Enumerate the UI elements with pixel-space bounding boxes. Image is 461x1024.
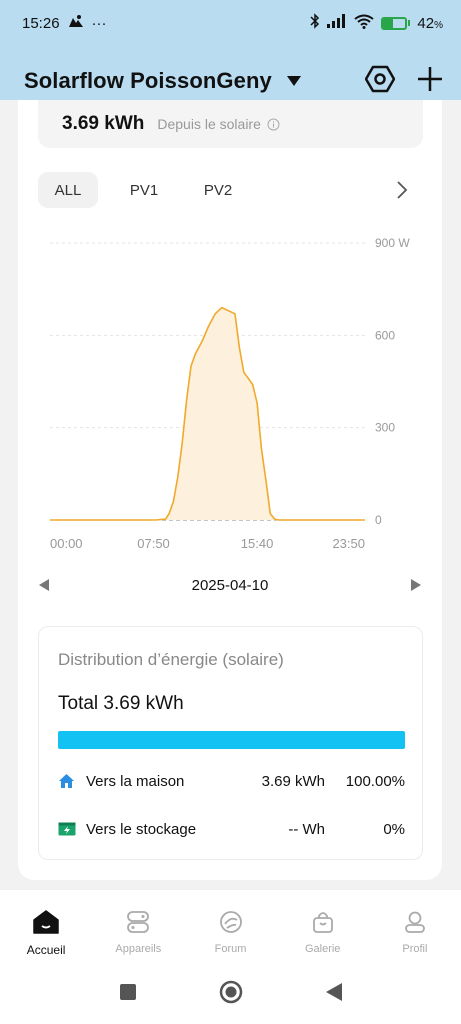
shop-bag-icon bbox=[311, 910, 335, 939]
x-tick-label: 15:40 bbox=[241, 536, 274, 551]
row-label: Vers le stockage bbox=[86, 820, 197, 838]
nav-forum[interactable]: Forum bbox=[184, 890, 276, 960]
row-percent: 100.00% bbox=[345, 772, 405, 790]
distribution-bar-fill bbox=[58, 731, 405, 749]
distribution-bar bbox=[58, 731, 405, 749]
home-icon bbox=[33, 910, 59, 939]
energy-distribution-card: Distribution d’énergie (solaire) Total 3… bbox=[38, 626, 423, 860]
device-title[interactable]: Solarflow PoissonGeny bbox=[24, 68, 272, 94]
next-day-icon[interactable] bbox=[410, 578, 422, 592]
previous-day-icon[interactable] bbox=[38, 578, 50, 592]
summary-value: 3.69 kWh bbox=[62, 113, 145, 134]
summary-label: Depuis le solaire bbox=[157, 116, 261, 132]
settings-hexagon-icon[interactable] bbox=[364, 64, 396, 99]
pv-tabs: ALL PV1 PV2 bbox=[38, 172, 408, 208]
recents-icon[interactable] bbox=[119, 983, 137, 1001]
system-navigation-bar bbox=[0, 960, 461, 1024]
x-tick-label: 07:50 bbox=[137, 536, 170, 551]
nav-label: Accueil bbox=[26, 943, 66, 957]
info-icon[interactable] bbox=[267, 118, 280, 131]
add-icon[interactable] bbox=[417, 66, 443, 97]
battery-icon bbox=[381, 16, 411, 30]
distribution-title: Distribution d’énergie (solaire) bbox=[58, 650, 284, 669]
status-bar: 15:26 ··· 42% bbox=[0, 0, 461, 46]
nav-profil[interactable]: Profil bbox=[369, 890, 461, 960]
chevron-right-icon[interactable] bbox=[396, 180, 408, 200]
tab-pv1[interactable]: PV1 bbox=[120, 172, 168, 208]
bottom-navigation: Accueil Appareils Forum Galerie Profil bbox=[0, 890, 461, 960]
current-date[interactable]: 2025-04-10 bbox=[50, 577, 410, 594]
distribution-row-house: Vers la maison 3.69 kWh 100.00% bbox=[58, 769, 405, 793]
nav-label: Profil bbox=[402, 943, 428, 955]
tab-all[interactable]: ALL bbox=[38, 172, 98, 208]
y-tick-label: 900 W bbox=[375, 236, 410, 250]
row-value: -- Wh bbox=[288, 820, 325, 838]
solar-summary: 3.69 kWh Depuis le solaire bbox=[38, 100, 423, 148]
devices-icon bbox=[126, 910, 150, 939]
nav-label: Forum bbox=[214, 943, 247, 955]
row-value: 3.69 kWh bbox=[261, 772, 325, 790]
date-navigator: 2025-04-10 bbox=[38, 572, 422, 598]
nav-galerie[interactable]: Galerie bbox=[277, 890, 369, 960]
user-icon bbox=[403, 910, 427, 939]
status-time: 15:26 bbox=[22, 14, 60, 32]
nav-appareils[interactable]: Appareils bbox=[92, 890, 184, 960]
row-percent: 0% bbox=[383, 820, 405, 838]
back-icon[interactable] bbox=[325, 982, 343, 1002]
signal-icon bbox=[327, 14, 347, 32]
notification-icon bbox=[68, 14, 84, 32]
distribution-row-storage: Vers le stockage -- Wh 0% bbox=[58, 817, 405, 841]
nav-label: Galerie bbox=[304, 943, 341, 955]
x-tick-label: 23:50 bbox=[332, 536, 365, 551]
battery-percentage: 42% bbox=[417, 14, 443, 32]
tab-pv2[interactable]: PV2 bbox=[194, 172, 242, 208]
house-icon bbox=[58, 773, 78, 789]
y-tick-label: 600 bbox=[375, 328, 395, 342]
battery-level bbox=[383, 18, 393, 28]
y-tick-label: 0 bbox=[375, 513, 382, 527]
more-notifications: ··· bbox=[91, 14, 107, 32]
nav-accueil[interactable]: Accueil bbox=[0, 890, 92, 960]
row-label: Vers la maison bbox=[86, 772, 185, 790]
y-tick-label: 300 bbox=[375, 421, 395, 435]
home-button-icon[interactable] bbox=[219, 980, 243, 1004]
distribution-total: Total 3.69 kWh bbox=[58, 693, 184, 714]
nav-label: Appareils bbox=[115, 943, 162, 955]
solar-power-chart: 900 W 600 300 0 00:00 07:50 15:40 23:50 bbox=[50, 236, 410, 551]
bluetooth-icon bbox=[310, 13, 320, 33]
series-area bbox=[50, 307, 365, 520]
wifi-icon bbox=[354, 14, 375, 33]
x-tick-label: 00:00 bbox=[50, 536, 83, 551]
app-header: Solarflow PoissonGeny bbox=[0, 58, 461, 104]
forum-icon bbox=[219, 910, 243, 939]
device-dropdown-icon[interactable] bbox=[286, 75, 302, 87]
battery-storage-icon bbox=[58, 822, 78, 836]
